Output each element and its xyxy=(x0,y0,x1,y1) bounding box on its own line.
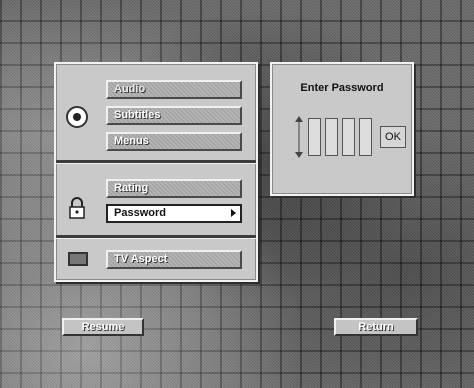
password-dialog: Enter Password OK xyxy=(270,62,414,196)
resume-button[interactable]: Resume xyxy=(62,318,144,336)
chevron-right-icon xyxy=(231,209,236,217)
menus-button[interactable]: Menus xyxy=(106,132,242,151)
return-button[interactable]: Return xyxy=(334,318,418,336)
password-digit-field[interactable] xyxy=(342,118,355,156)
ok-button[interactable]: OK xyxy=(380,126,406,148)
lock-icon xyxy=(69,197,85,219)
rating-button[interactable]: Rating xyxy=(106,179,242,198)
parental-section: Rating Password xyxy=(56,163,256,235)
up-down-arrows-icon[interactable] xyxy=(294,114,304,160)
tv-icon xyxy=(68,252,88,266)
dialog-title: Enter Password xyxy=(300,82,384,94)
password-digit-field[interactable] xyxy=(359,118,372,156)
display-section: TV Aspect xyxy=(56,238,256,280)
disc-settings-section: Audio Subtitles Menus xyxy=(56,64,256,160)
password-digit-field[interactable] xyxy=(308,118,321,156)
password-button[interactable]: Password xyxy=(106,204,242,223)
setup-menu-panel: Audio Subtitles Menus Rating Password TV… xyxy=(54,62,258,282)
disc-icon xyxy=(66,106,88,128)
subtitles-button[interactable]: Subtitles xyxy=(106,106,242,125)
password-label: Password xyxy=(114,207,166,219)
tv-aspect-button[interactable]: TV Aspect xyxy=(106,250,242,269)
audio-button[interactable]: Audio xyxy=(106,80,242,99)
password-digit-field[interactable] xyxy=(325,118,338,156)
